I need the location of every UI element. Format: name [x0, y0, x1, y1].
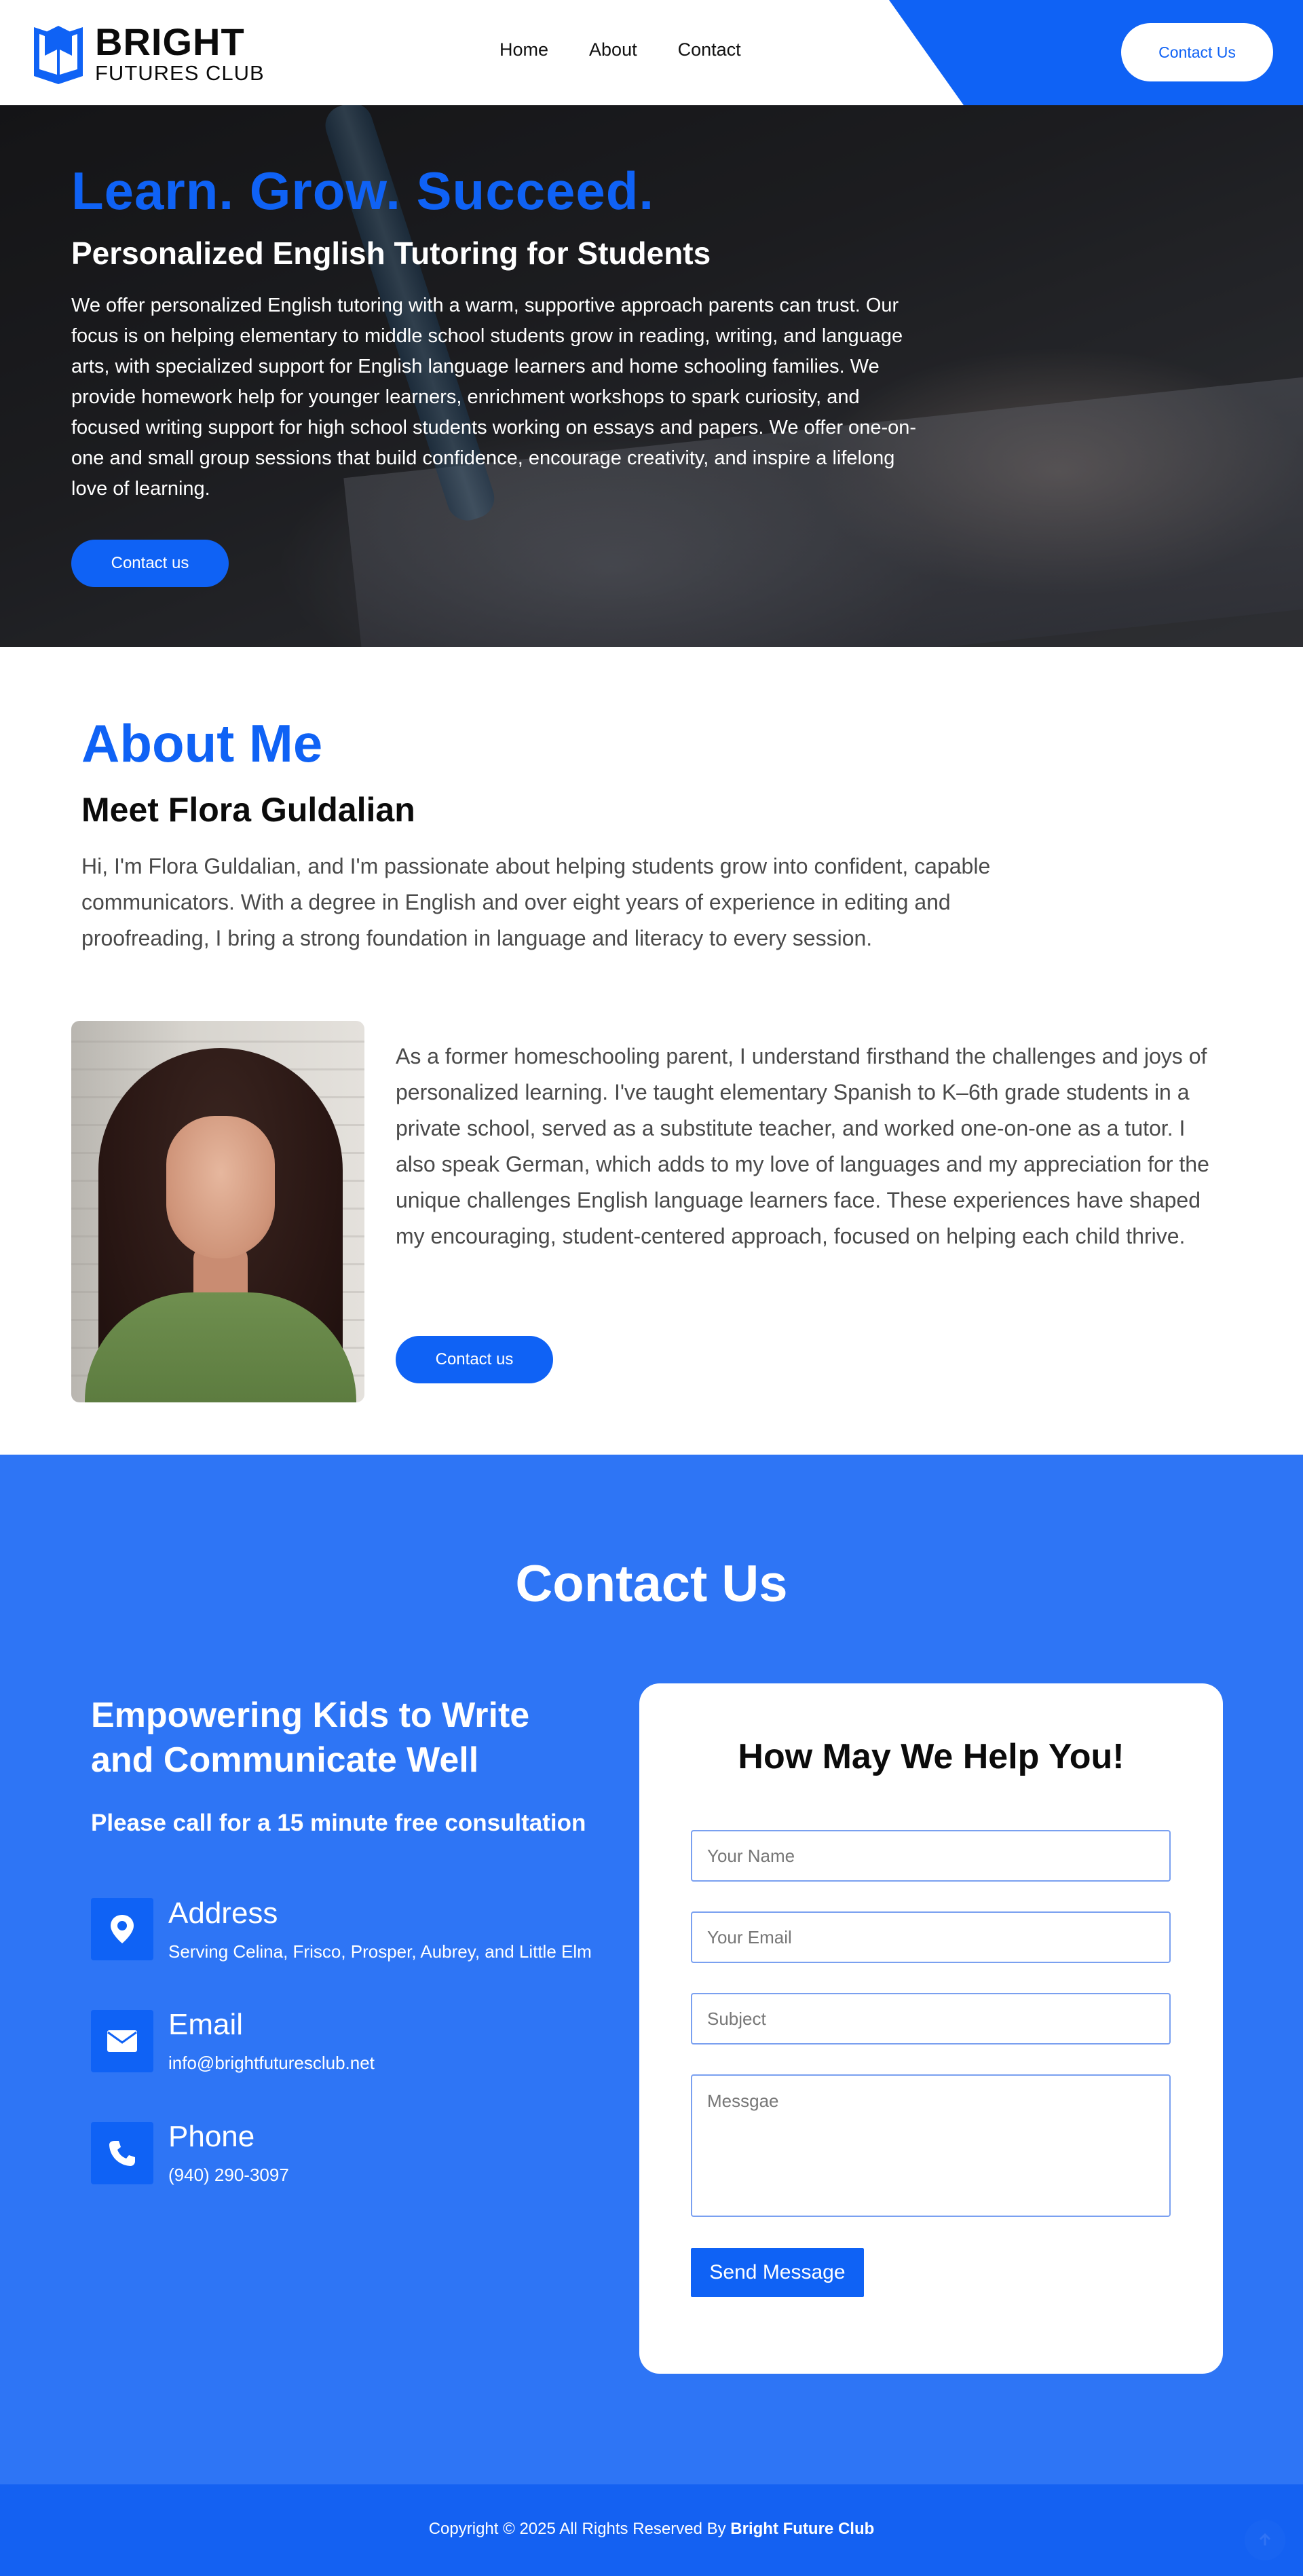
contact-title: Contact Us — [515, 1555, 788, 1613]
header-contact-button[interactable]: Contact Us — [1121, 23, 1273, 81]
copyright-text: Copyright © 2025 All Rights Reserved By — [428, 2520, 726, 2538]
footer-brand: Bright Future Club — [730, 2520, 875, 2538]
email-text[interactable]: info@brightfuturesclub.net — [168, 2053, 375, 2074]
hero-subtitle: Personalized English Tutoring for Studen… — [71, 236, 711, 271]
arrow-up-icon — [1259, 2533, 1271, 2545]
hero-contact-button[interactable]: Contact us — [71, 540, 229, 587]
message-field[interactable]: Messgae — [691, 2074, 1171, 2217]
logo-line-2: FUTURES CLUB — [95, 60, 265, 85]
phone-icon — [91, 2122, 153, 2184]
tutor-photo — [71, 1021, 364, 1402]
main-nav: Home About Contact — [499, 39, 741, 60]
hero-title: Learn. Grow. Succeed. — [71, 161, 655, 221]
site-header: BRIGHT FUTURES CLUB Home About Contact C… — [0, 0, 1303, 105]
contact-heading: Empowering Kids to Write and Communicate… — [91, 1696, 530, 1780]
nav-about[interactable]: About — [589, 39, 637, 60]
consultation-text: Please call for a 15 minute free consult… — [91, 1810, 586, 1836]
about-intro-text: Hi, I'm Flora Guldalian, and I'm passion… — [81, 854, 991, 950]
name-field[interactable]: Your Name — [691, 1830, 1171, 1882]
about-contact-button[interactable]: Contact us — [396, 1336, 553, 1383]
scroll-to-top-button[interactable] — [1245, 2520, 1285, 2560]
hero-description: We offer personalized English tutoring w… — [71, 295, 917, 500]
about-subtitle: Meet Flora Guldalian — [81, 791, 415, 829]
envelope-icon — [91, 2010, 153, 2072]
address-title: Address — [168, 1897, 278, 1930]
nav-contact[interactable]: Contact — [678, 39, 741, 60]
phone-text[interactable]: (940) 290-3097 — [168, 2165, 289, 2186]
book-logo-icon — [34, 26, 83, 84]
footer-copyright: Copyright © 2025 All Rights Reserved By … — [0, 2520, 1303, 2539]
phone-title: Phone — [168, 2120, 255, 2153]
subject-field[interactable]: Subject — [691, 1993, 1171, 2045]
map-pin-icon — [91, 1898, 153, 1960]
send-message-button[interactable]: Send Message — [691, 2248, 864, 2297]
logo[interactable]: BRIGHT FUTURES CLUB — [30, 19, 265, 87]
about-bio-text: As a former homeschooling parent, I unde… — [396, 1044, 1209, 1248]
about-title: About Me — [81, 713, 323, 773]
email-title: Email — [168, 2008, 244, 2041]
email-field[interactable]: Your Email — [691, 1911, 1171, 1963]
form-title: How May We Help You! — [738, 1737, 1125, 1776]
address-text: Serving Celina, Frisco, Prosper, Aubrey,… — [168, 1941, 592, 1962]
nav-home[interactable]: Home — [499, 39, 548, 60]
logo-line-1: BRIGHT — [95, 20, 245, 63]
